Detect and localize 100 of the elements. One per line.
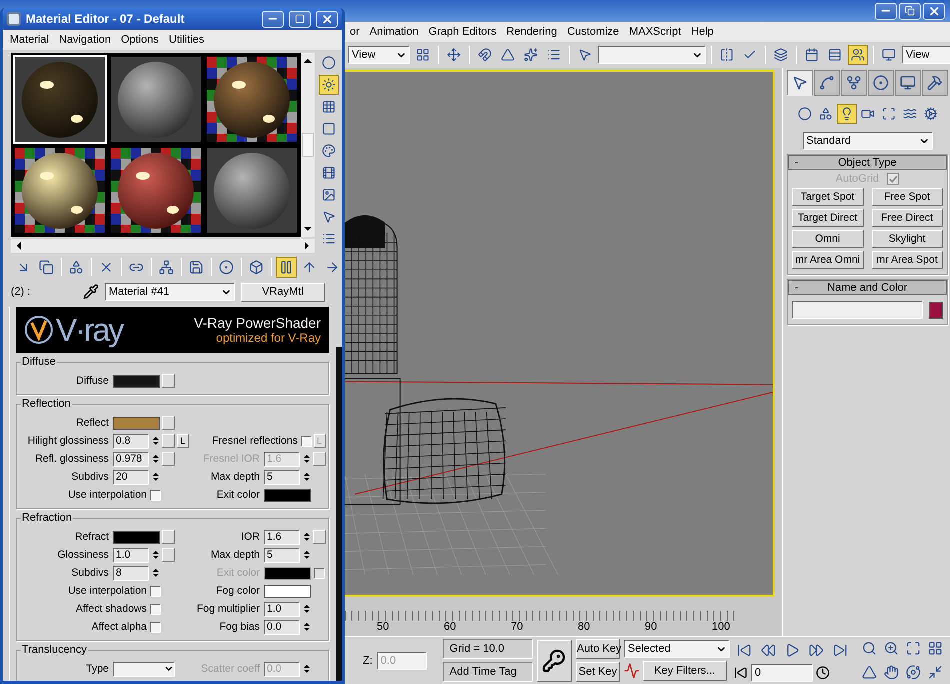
color-swatch[interactable] xyxy=(264,584,311,598)
menu-item[interactable]: Rendering xyxy=(502,26,562,38)
lightbulb-icon[interactable] xyxy=(836,104,856,124)
object-type-button[interactable]: Target Spot xyxy=(792,188,864,206)
checkbox[interactable] xyxy=(150,586,161,596)
checkbox[interactable] xyxy=(150,622,161,632)
object-type-button[interactable]: mr Area Spot xyxy=(872,251,943,269)
map-button[interactable] xyxy=(162,452,175,466)
number-field[interactable]: 0.8 xyxy=(113,434,149,448)
map-button[interactable] xyxy=(162,548,175,562)
users-icon[interactable] xyxy=(848,45,868,65)
menu-item[interactable]: Material xyxy=(5,34,54,46)
object-type-button[interactable]: Target Direct xyxy=(792,209,864,227)
number-field[interactable]: 0.0 xyxy=(264,620,300,634)
maximize-button[interactable] xyxy=(289,10,311,28)
color-swatch[interactable] xyxy=(113,416,160,430)
object-type-button[interactable]: Free Spot xyxy=(872,188,943,206)
rollout-header[interactable]: - Name and Color xyxy=(788,280,947,295)
map-button[interactable] xyxy=(162,434,175,448)
rollout-scrollbar[interactable] xyxy=(336,347,342,681)
curve-icon[interactable] xyxy=(814,70,840,96)
number-field[interactable]: 5 xyxy=(264,470,300,484)
color-swatch[interactable] xyxy=(264,488,311,502)
minimize-button[interactable] xyxy=(262,10,284,28)
pipette-icon[interactable] xyxy=(83,284,99,300)
param-label: Fresnel IOR xyxy=(202,453,261,465)
horizontal-scrollbar[interactable] xyxy=(11,239,315,253)
material-name-field[interactable]: Material #41 xyxy=(105,283,235,301)
collapse-toggle[interactable]: - xyxy=(795,156,809,168)
key-filters-button[interactable]: Key Filters... xyxy=(643,661,727,681)
menu-item[interactable]: Navigation xyxy=(54,34,116,46)
vertical-bars-icon[interactable] xyxy=(276,256,297,278)
key-mode-dropdown[interactable]: Selected xyxy=(624,640,730,658)
number-field[interactable]: 5 xyxy=(264,548,300,562)
toolbar-dropdown[interactable]: View xyxy=(902,46,950,64)
checkbox[interactable] xyxy=(301,436,312,446)
pointer-icon[interactable] xyxy=(787,70,813,96)
close-button[interactable] xyxy=(923,2,945,20)
clock-icon[interactable] xyxy=(816,666,830,680)
color-swatch[interactable] xyxy=(113,374,160,388)
color-swatch[interactable] xyxy=(929,302,943,318)
menu-item[interactable]: Options xyxy=(116,34,164,46)
monitor-icon[interactable] xyxy=(895,70,921,96)
frame-field[interactable]: 0 xyxy=(751,664,813,682)
material-sample[interactable] xyxy=(205,146,299,235)
close-icon xyxy=(928,4,940,18)
number-field[interactable]: 8 xyxy=(113,566,149,580)
material-type-button[interactable]: VRayMtl xyxy=(241,282,325,302)
time-tag-field[interactable]: Add Time Tag xyxy=(442,662,533,682)
toolbar-dropdown[interactable]: View xyxy=(348,46,410,64)
param-label: Max depth xyxy=(210,549,261,561)
rollout-header[interactable]: - Object Type xyxy=(788,155,947,170)
menu-item[interactable]: Help xyxy=(686,26,719,38)
name-field[interactable] xyxy=(792,301,923,319)
map-button[interactable] xyxy=(162,530,175,544)
number-field[interactable]: 1.0 xyxy=(113,548,149,562)
checkbox[interactable] xyxy=(150,490,161,500)
object-type-button[interactable]: Omni xyxy=(792,230,864,248)
skip-back-icon[interactable] xyxy=(734,666,748,680)
menu-item[interactable]: MAXScript xyxy=(624,26,686,38)
collapse-toggle[interactable]: - xyxy=(795,282,809,294)
key-button[interactable] xyxy=(536,640,572,682)
map-button[interactable] xyxy=(162,374,175,388)
material-sample[interactable] xyxy=(109,146,203,235)
material-sample[interactable] xyxy=(13,146,107,235)
restore-button[interactable] xyxy=(899,2,921,20)
number-field[interactable]: 1.0 xyxy=(264,602,300,616)
menu-item[interactable]: Animation xyxy=(364,26,424,38)
minimize-button[interactable] xyxy=(875,2,897,20)
number-field[interactable]: 1.6 xyxy=(264,530,300,544)
material-sample[interactable] xyxy=(109,55,203,144)
curve-icon[interactable] xyxy=(624,663,640,679)
set-key-button[interactable]: Set Key xyxy=(576,662,620,682)
menu-item[interactable]: Graph Editors xyxy=(424,26,502,38)
close-button[interactable] xyxy=(316,10,338,28)
object-type-button[interactable]: Skylight xyxy=(872,230,943,248)
menu-item[interactable]: Customize xyxy=(562,26,624,38)
viewport[interactable] xyxy=(345,70,775,597)
type-dropdown[interactable] xyxy=(113,662,175,676)
menu-item[interactable]: or xyxy=(345,26,365,38)
number-field[interactable]: 20 xyxy=(113,470,149,484)
group-title: Translucency xyxy=(21,644,88,656)
vertical-scrollbar[interactable] xyxy=(301,53,315,237)
git-fork-icon[interactable] xyxy=(841,70,867,96)
object-type-button[interactable]: mr Area Omni xyxy=(792,251,864,269)
map-button[interactable] xyxy=(162,416,175,430)
auto-key-button[interactable]: Auto Key xyxy=(576,639,620,659)
hammer-icon[interactable] xyxy=(922,70,948,96)
category-dropdown[interactable]: Standard xyxy=(802,132,932,150)
menu-item[interactable]: Utilities xyxy=(164,34,210,46)
banner-title: V-Ray PowerShader xyxy=(194,315,321,331)
number-field[interactable]: 0.978 xyxy=(113,452,149,466)
lock-button[interactable]: L xyxy=(177,434,189,448)
map-button[interactable] xyxy=(313,530,326,544)
toolbar-dropdown[interactable] xyxy=(598,46,706,64)
sun-icon[interactable] xyxy=(319,75,339,95)
material-sample[interactable] xyxy=(205,55,299,144)
object-type-button[interactable]: Free Direct xyxy=(872,209,943,227)
color-swatch[interactable] xyxy=(113,530,160,544)
checkbox[interactable] xyxy=(150,604,161,614)
